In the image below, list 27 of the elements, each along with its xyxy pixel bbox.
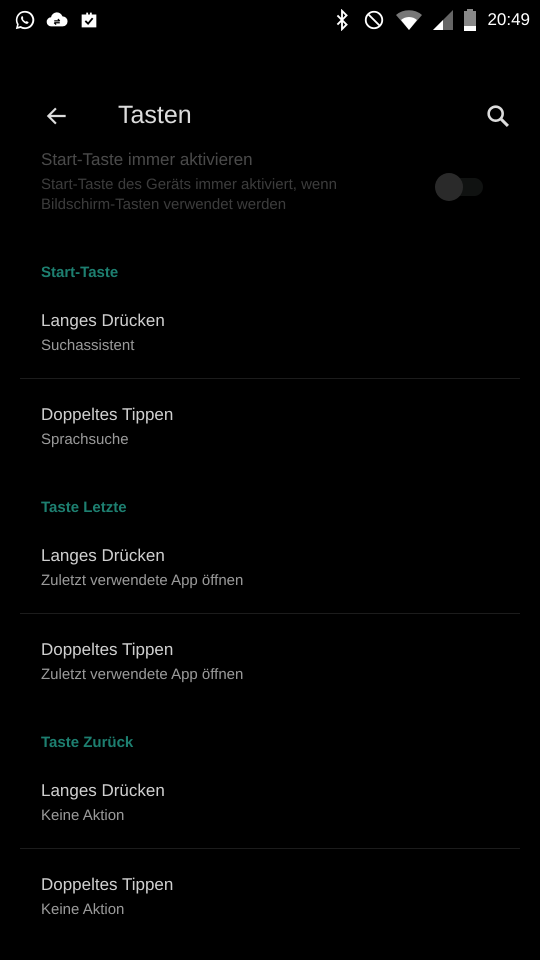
setting-title[interactable]: Langes Drücken [41, 546, 485, 566]
setting-value: Keine Aktion [41, 806, 126, 826]
screen-title: Tasten [118, 101, 193, 130]
setting-title[interactable]: Doppeltes Tippen [41, 875, 465, 895]
setting-value: Zuletzt verwendete App öffnen [41, 665, 244, 685]
section-header: Taste Letzte [40, 498, 128, 518]
setting-title[interactable]: Langes Drücken [41, 311, 485, 331]
setting-value: Keine Aktion [41, 900, 126, 920]
battery-icon [463, 9, 478, 31]
setting-title[interactable]: Langes Drücken [41, 781, 485, 801]
blocked-icon [363, 9, 386, 31]
setting-title[interactable]: Doppeltes Tippen [41, 640, 465, 660]
setting-title: Start-Taste immer aktivieren [41, 150, 254, 170]
list-item[interactable]: Doppeltes Tippen Keine Aktion [20, 848, 520, 942]
setting-value: Suchassistent [41, 336, 136, 356]
clock: 20:49 [487, 10, 530, 30]
setting-description: Start-Taste des Geräts immer aktiviert, wenn Bildschirm-Tasten verwendet werden [41, 175, 338, 215]
setting-title[interactable]: Doppeltes Tippen [41, 405, 465, 425]
setting-value: Sprachsuche [41, 430, 130, 450]
signal-icon [433, 10, 454, 30]
list-item[interactable]: Doppeltes Tippen Zuletzt verwendete App öffnen [20, 613, 520, 707]
setting-value: Zuletzt verwendete App öffnen [41, 571, 244, 591]
wifi-icon [395, 9, 424, 31]
section-header: Taste Zurück [40, 733, 134, 753]
list-item[interactable]: Doppeltes Tippen Sprachsuche [20, 378, 520, 472]
chat-bubble-icon [14, 9, 36, 31]
section-header: Start-Taste [40, 263, 120, 283]
